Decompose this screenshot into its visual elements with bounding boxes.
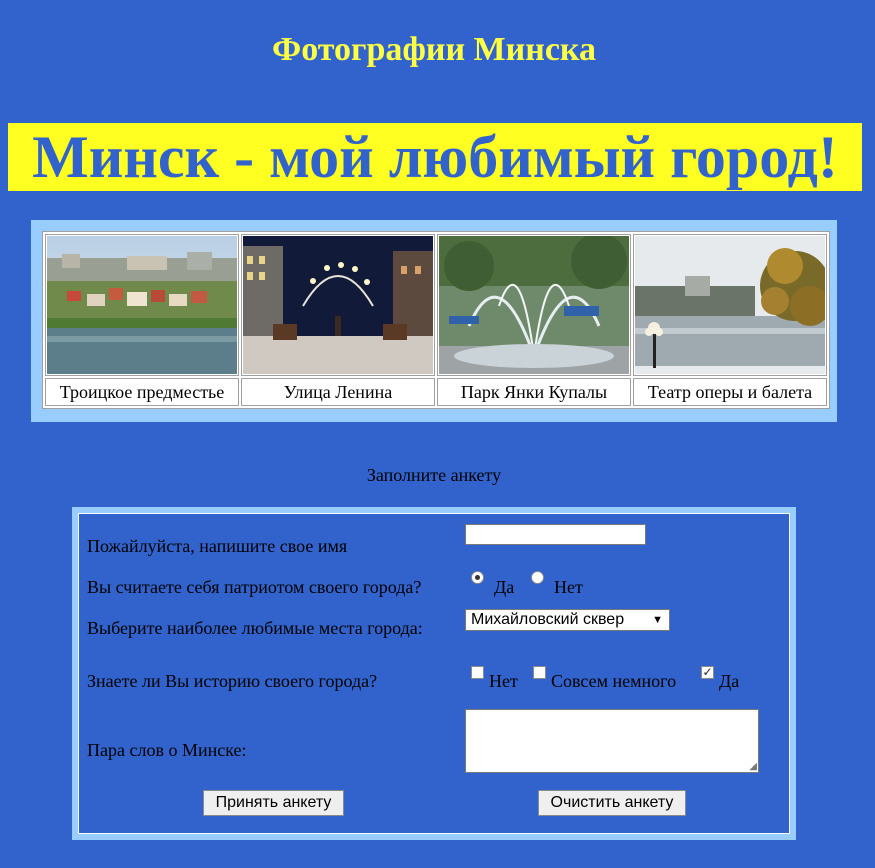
patriot-yes-label: Да [494,577,515,597]
photo-opera-ballet-theatre [635,236,825,374]
name-input[interactable] [465,524,646,545]
photo-cell [45,234,239,376]
photo-gallery: Троицкое предместье Улица Ленина Парк Ян… [31,220,837,422]
photo-caption: Театр оперы и балета [633,378,827,406]
history-label: Знаете ли Вы историю своего города? [87,671,378,691]
submit-button[interactable]: Принять анкету [203,790,344,816]
patriot-label: Вы считаете себя патриотом своего города… [87,577,422,597]
photo-cell [437,234,631,376]
places-label: Выберите наиболее любимые места города: [87,618,423,638]
photo-lenin-street [243,236,433,374]
places-selected-value: Михайловский сквер [471,611,625,628]
banner-heading: Минск - мой любимый город! [8,123,862,191]
reset-button[interactable]: Очистить анкету [538,790,686,816]
photo-caption: Улица Ленина [241,378,435,406]
survey-form-inner: Пожайлуйста, напишите свое имя Вы считае… [78,513,790,834]
words-label: Пара слов о Минске: [87,740,247,760]
page-title: Фотографии Минска [272,31,596,68]
words-textarea[interactable]: ◢ [465,709,759,773]
checkmark-icon: ✓ [702,665,713,679]
history-yes-label: Да [719,671,740,691]
photo-trinity-suburb [47,236,237,374]
history-little-checkbox[interactable] [533,666,546,679]
photo-yanka-kupala-park [439,236,629,374]
name-label: Пожайлуйста, напишите свое имя [87,536,348,556]
photo-table: Троицкое предместье Улица Ленина Парк Ян… [42,231,830,409]
history-little-label: Совсем немного [551,671,677,691]
patriot-no-radio[interactable] [531,571,544,584]
photo-cell [241,234,435,376]
photo-cell [633,234,827,376]
patriot-yes-radio[interactable] [471,571,484,584]
dropdown-arrow-icon: ▼ [652,614,663,626]
survey-heading: Заполните анкету [366,465,502,485]
history-yes-checkbox[interactable]: ✓ [701,666,714,679]
places-select[interactable]: Михайловский сквер ▼ [465,609,670,631]
patriot-no-label: Нет [554,577,583,597]
history-no-checkbox[interactable] [471,666,484,679]
resize-grip-icon[interactable]: ◢ [749,762,757,772]
photo-caption: Парк Янки Купалы [437,378,631,406]
history-no-label: Нет [489,671,518,691]
photo-caption: Троицкое предместье [45,378,239,406]
survey-form: Пожайлуйста, напишите свое имя Вы считае… [72,507,796,840]
